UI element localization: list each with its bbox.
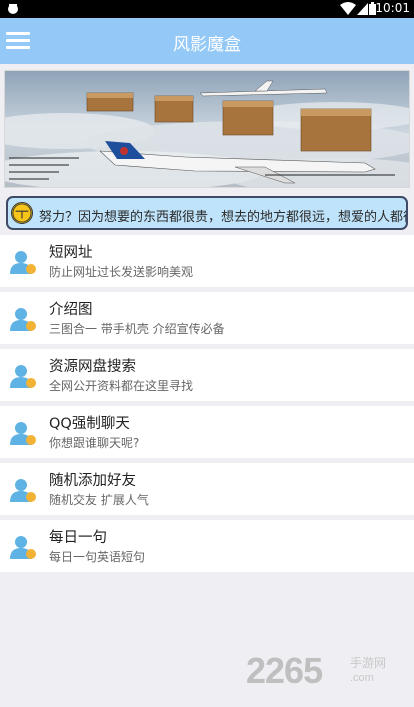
user-icon <box>10 536 36 559</box>
list-item-subtitle: 你想跟谁聊天呢? <box>49 436 140 450</box>
list-item-title: 短网址 <box>49 245 93 261</box>
watermark-cn: 手游网 <box>350 656 387 670</box>
user-icon <box>10 422 36 445</box>
list-item-title: 随机添加好友 <box>49 473 136 489</box>
list-item-subtitle: 随机交友 扩展人气 <box>49 493 149 507</box>
list-item-qq-chat[interactable]: QQ强制聊天 你想跟谁聊天呢? <box>0 406 414 458</box>
user-icon <box>10 308 36 331</box>
watermark-url: .com <box>350 672 374 684</box>
list-item-short-url[interactable]: 短网址 防止网址过长发送影响美观 <box>0 235 414 287</box>
clock: 10:01 <box>375 1 410 15</box>
notice-text: 努力？因为想要的东西都很贵，想去的地方都很远，想爱的人都很优秀 <box>39 210 408 225</box>
banner-image[interactable] <box>4 70 410 188</box>
wifi-icon <box>340 2 356 15</box>
notice-face-icon <box>11 202 33 224</box>
list-item-title: 资源网盘搜索 <box>49 359 136 375</box>
list-item-random-friend[interactable]: 随机添加好友 随机交友 扩展人气 <box>0 463 414 515</box>
notice-marquee[interactable]: 努力？因为想要的东西都很贵，想去的地方都很远，想爱的人都很优秀 <box>6 196 408 230</box>
user-icon <box>10 365 36 388</box>
list-item-title: 介绍图 <box>49 302 93 318</box>
list-item-subtitle: 每日一句英语短句 <box>49 550 146 564</box>
list-item-cloud-search[interactable]: 资源网盘搜索 全网公开资料都在这里寻找 <box>0 349 414 401</box>
watermark-number: 2265 <box>246 650 323 691</box>
list-item-daily-sentence[interactable]: 每日一句 每日一句英语短句 <box>0 520 414 572</box>
list-item-title: 每日一句 <box>49 530 107 546</box>
list-item-intro-image[interactable]: 介绍图 三图合一 带手机壳 介绍宣传必备 <box>0 292 414 344</box>
app-title: 风影魔盒 <box>173 35 241 55</box>
list-item-title: QQ强制聊天 <box>49 416 130 432</box>
user-icon <box>10 251 36 274</box>
signal-icon <box>357 3 368 15</box>
status-bar: 10:01 <box>0 0 414 18</box>
list-item-subtitle: 防止网址过长发送影响美观 <box>49 265 194 279</box>
app-bar: 风影魔盒 <box>0 18 414 64</box>
list-item-subtitle: 全网公开资料都在这里寻找 <box>49 379 194 393</box>
user-icon <box>10 479 36 502</box>
list-item-subtitle: 三图合一 带手机壳 介绍宣传必备 <box>49 322 225 336</box>
android-icon <box>8 4 18 14</box>
feature-list: 短网址 防止网址过长发送影响美观 介绍图 三图合一 带手机壳 介绍宣传必备 资源… <box>0 235 414 577</box>
watermark-logo: 2265 手游网 .com <box>246 650 406 696</box>
